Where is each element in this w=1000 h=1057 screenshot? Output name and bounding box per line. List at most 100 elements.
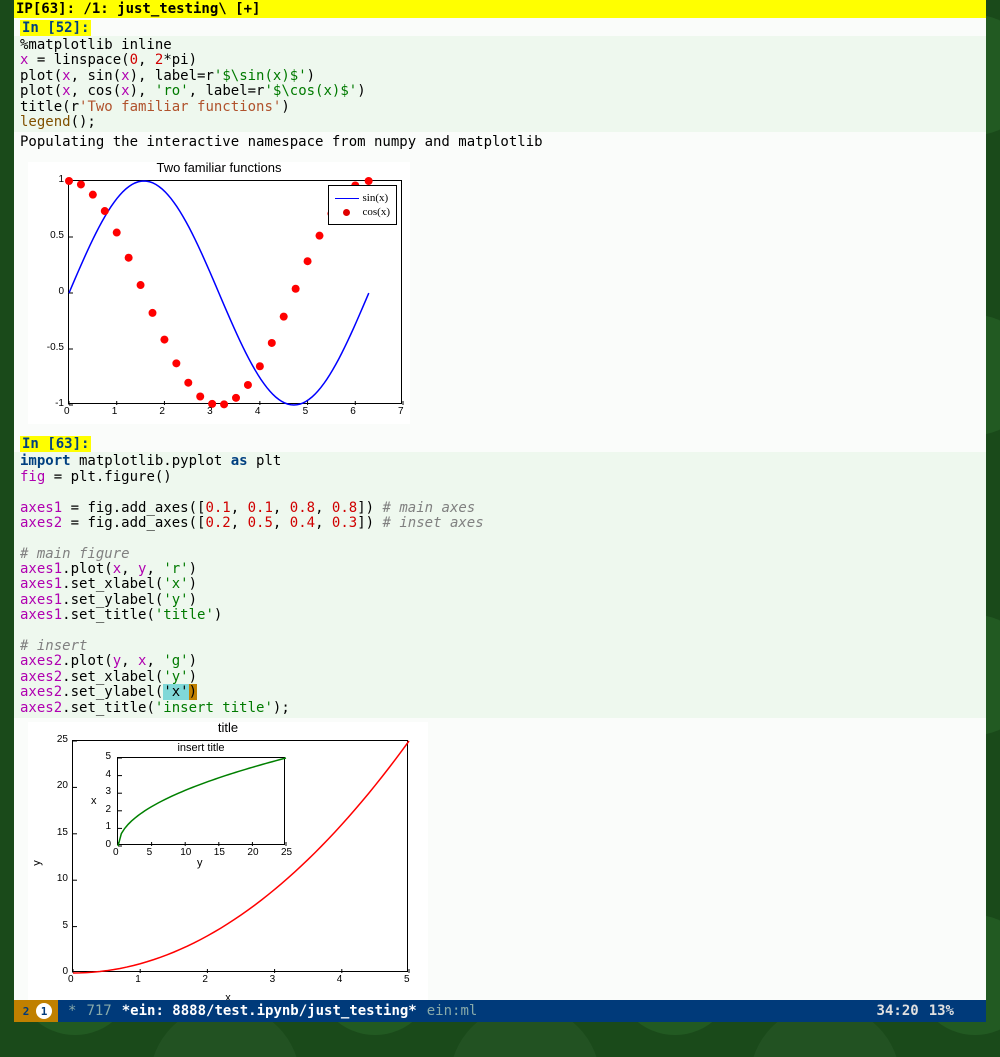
code-tok: .plot(	[62, 653, 113, 669]
code-tok: )	[357, 83, 365, 99]
code-tok: .set_title(	[62, 700, 155, 716]
legend-item: cos(x)	[335, 206, 391, 218]
code-tok: 'x'	[163, 684, 188, 700]
plot-2-axes: insert title 0510152025012345yx	[72, 740, 408, 972]
code-tok: )	[307, 68, 315, 84]
major-mode: ein:ml	[427, 1003, 478, 1019]
code-tok: 0.4	[290, 515, 315, 531]
code-tok: ,	[146, 561, 163, 577]
code-cell-1[interactable]: %matplotlib inline x = linspace(0, 2*pi)…	[14, 36, 986, 132]
code-tok: .set_title(	[62, 607, 155, 623]
scroll-percent: 13%	[929, 1003, 954, 1019]
code-tok: ])	[357, 500, 382, 516]
workspace-badge[interactable]: 2 1	[14, 1000, 58, 1022]
code-tok: 0.8	[290, 500, 315, 516]
code-tok: ])	[357, 515, 382, 531]
cursor: )	[189, 684, 197, 700]
plot-1-title: Two familiar functions	[28, 160, 410, 175]
code-tok: )	[281, 99, 289, 115]
modified-indicator: *	[68, 1003, 76, 1019]
code-tok: axes2	[20, 669, 62, 685]
mode-line: 2 1 * 717 *ein: 8888/test.ipynb/just_tes…	[14, 1000, 986, 1022]
code-tok: plt	[248, 453, 282, 469]
code-tok: matplotlib.pyplot	[71, 453, 231, 469]
code-tok: x	[113, 561, 121, 577]
code-tok: ,	[273, 500, 290, 516]
code-tok: title(r	[20, 99, 79, 115]
code-tok: ,	[315, 500, 332, 516]
code-tok: axes1	[20, 500, 62, 516]
code-tok: 'g'	[163, 653, 188, 669]
code-tok: ,	[231, 500, 248, 516]
code-tok: , sin(	[71, 68, 122, 84]
code-tok: 'ro'	[155, 83, 189, 99]
code-tok: ,	[121, 653, 138, 669]
legend-item: sin(x)	[335, 192, 391, 204]
code-tok: 0.5	[248, 515, 273, 531]
line-count: 717	[86, 1003, 111, 1019]
code-tok: ), label=r	[130, 68, 214, 84]
cell-prompt-1: In [52]:	[20, 20, 91, 36]
code-tok: .set_ylabel(	[62, 592, 163, 608]
cell-prompt-2: In [63]:	[20, 436, 91, 452]
code-tok: axes1	[20, 561, 62, 577]
code-tok: axes2	[20, 684, 62, 700]
code-tok: = fig.add_axes([	[62, 500, 205, 516]
code-tok: axes1	[20, 592, 62, 608]
code-tok: x	[62, 68, 70, 84]
code-tok: # main figure	[20, 546, 130, 562]
code-tok: 0.8	[332, 500, 357, 516]
code-tok: 0.3	[332, 515, 357, 531]
title-bar: IP[63]: /1: just_testing\ [+]	[14, 0, 986, 18]
code-tok: )	[189, 653, 197, 669]
code-tok: *pi)	[163, 52, 197, 68]
code-tok: ,	[231, 515, 248, 531]
code-tok: x	[62, 83, 70, 99]
code-tok: , label=r	[189, 83, 265, 99]
code-tok: ,	[121, 561, 138, 577]
code-tok: ,	[146, 653, 163, 669]
code-tok: 0.2	[205, 515, 230, 531]
code-tok: .set_xlabel(	[62, 576, 163, 592]
code-tok: )	[189, 592, 197, 608]
plot-2-title: title	[28, 720, 428, 735]
code-tok: 0.1	[248, 500, 273, 516]
code-tok: .set_xlabel(	[62, 669, 163, 685]
code-tok: axes1	[20, 576, 62, 592]
code-tok: '$\cos(x)$'	[264, 83, 357, 99]
code-tok: ,	[138, 52, 155, 68]
code-tok: ();	[71, 114, 96, 130]
code-tok: import	[20, 453, 71, 469]
plot-2-inset-axes: insert title	[117, 757, 285, 845]
code-tok: # main axes	[383, 500, 476, 516]
code-tok: axes2	[20, 700, 62, 716]
code-tok: axes2	[20, 653, 62, 669]
legend-label: cos(x)	[363, 206, 391, 218]
code-tok: 'r'	[163, 561, 188, 577]
code-tok: # inset axes	[383, 515, 484, 531]
workspace-num: 2	[18, 1003, 34, 1019]
code-tok: 'insert title'	[155, 700, 273, 716]
code-tok: axes1	[20, 607, 62, 623]
code-tok: 0	[130, 52, 138, 68]
inset-title: insert title	[118, 742, 284, 754]
code-tok: ,	[273, 515, 290, 531]
code-tok: 'Two familiar functions'	[79, 99, 281, 115]
code-tok: 'y'	[163, 669, 188, 685]
legend-label: sin(x)	[363, 192, 389, 204]
code-tok: plot(	[20, 83, 62, 99]
code-tok: = linspace(	[28, 52, 129, 68]
code-tok: )	[189, 669, 197, 685]
code-tok: '$\sin(x)$'	[214, 68, 307, 84]
code-tok: axes2	[20, 515, 62, 531]
code-tok: legend	[20, 114, 71, 130]
editor-pane[interactable]: IP[63]: /1: just_testing\ [+] In [52]: %…	[14, 0, 986, 1000]
code-tok: plot(	[20, 68, 62, 84]
code-tok: x	[121, 83, 129, 99]
legend-dot-icon	[335, 209, 359, 216]
cell-output-text-1: Populating the interactive namespace fro…	[14, 132, 986, 152]
code-tok: fig	[20, 469, 45, 485]
code-cell-2[interactable]: import matplotlib.pyplot as plt fig = pl…	[14, 452, 986, 718]
plot-1: Two familiar functions sin(x) cos(x) 012…	[28, 162, 410, 424]
buffer-name[interactable]: *ein: 8888/test.ipynb/just_testing*	[122, 1003, 417, 1019]
